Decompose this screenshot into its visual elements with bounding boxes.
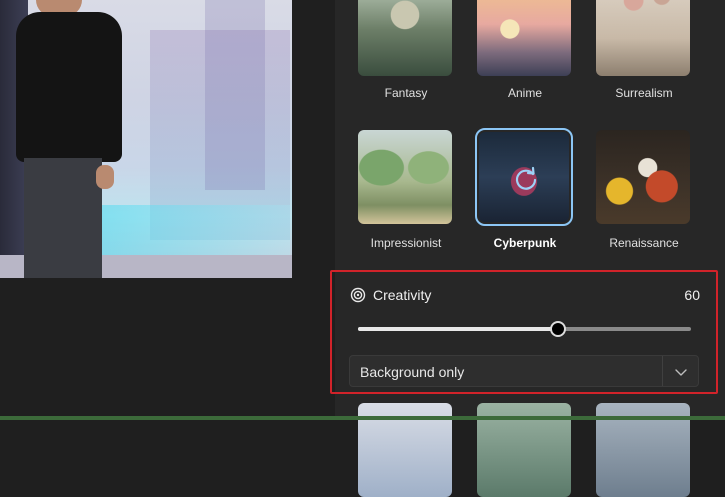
style-thumb-cyberpunk[interactable] bbox=[475, 128, 573, 226]
style-thumb-surrealism[interactable] bbox=[596, 0, 690, 76]
creativity-icon bbox=[350, 287, 366, 303]
refresh-icon[interactable] bbox=[512, 165, 540, 193]
bottom-edge bbox=[0, 416, 725, 420]
scope-dropdown-value: Background only bbox=[360, 364, 465, 380]
chevron-down-icon[interactable] bbox=[674, 365, 688, 379]
style-label-anime: Anime bbox=[507, 86, 542, 100]
person-center bbox=[16, 12, 122, 162]
style-thumb-renaissance[interactable] bbox=[596, 130, 690, 224]
dropdown-divider bbox=[662, 356, 663, 386]
scope-dropdown[interactable]: Background only bbox=[349, 355, 699, 387]
style-label-cyberpunk: Cyberpunk bbox=[493, 236, 557, 250]
style-thumb-fantasy[interactable] bbox=[358, 0, 452, 76]
style-label-fantasy: Fantasy bbox=[384, 86, 428, 100]
creativity-value: 60 bbox=[684, 287, 700, 303]
style-thumb-impressionist[interactable] bbox=[358, 130, 452, 224]
creativity-slider-fill bbox=[358, 327, 558, 331]
creativity-slider-thumb[interactable] bbox=[549, 321, 566, 337]
style-label-renaissance: Renaissance bbox=[609, 236, 679, 250]
style-thumb-anime[interactable] bbox=[477, 0, 571, 76]
background-tower bbox=[205, 0, 265, 190]
style-label-surrealism: Surrealism bbox=[615, 86, 673, 100]
creativity-label: Creativity bbox=[373, 287, 432, 303]
image-canvas[interactable] bbox=[0, 0, 292, 278]
background-glow bbox=[100, 205, 290, 255]
person-center-legs bbox=[24, 158, 102, 278]
creativity-slider[interactable] bbox=[358, 321, 691, 337]
style-label-impressionist: Impressionist bbox=[370, 236, 442, 250]
person-center-hand bbox=[96, 165, 114, 189]
